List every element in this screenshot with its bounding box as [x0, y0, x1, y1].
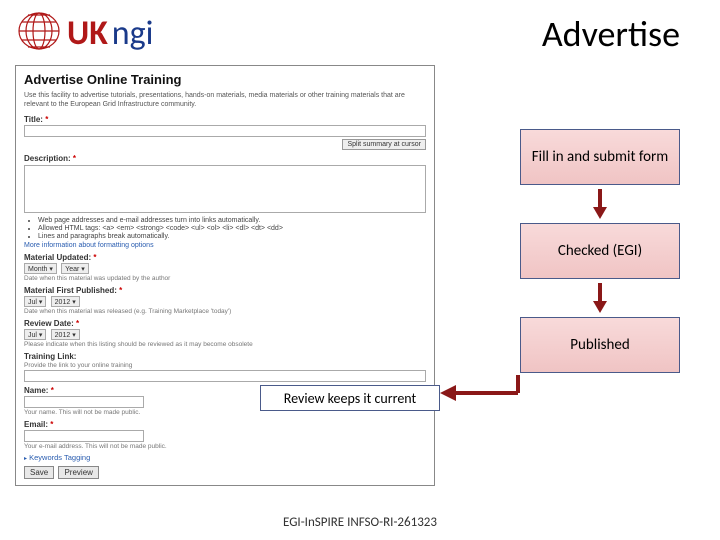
chevron-down-icon: ▾ [49, 266, 53, 273]
form-heading: Advertise Online Training [24, 72, 426, 87]
arrow-down-icon [520, 279, 680, 317]
year-select-2[interactable]: 2012 ▾ [51, 296, 80, 307]
name-input[interactable] [24, 396, 144, 408]
email-hint: Your e-mail address. This will not be ma… [24, 443, 426, 450]
review-box: Review keeps it current [260, 385, 440, 411]
list-item: Lines and paragraphs break automatically… [38, 233, 426, 240]
email-label: Email: * [24, 420, 426, 429]
form-description: Use this facility to advertise tutorials… [24, 91, 426, 109]
material-updated-label: Material Updated: * [24, 253, 426, 262]
training-link-input[interactable] [24, 370, 426, 382]
description-textarea[interactable] [24, 165, 426, 213]
material-first-hint: Date when this material was released (e.… [24, 308, 426, 315]
chevron-down-icon: ▾ [81, 266, 85, 273]
month-select[interactable]: Month ▾ [24, 263, 57, 274]
review-date-label: Review Date: * [24, 319, 426, 328]
material-first-label: Material First Published: * [24, 286, 426, 295]
keywords-tagging-toggle[interactable]: ▸ Keywords Tagging [24, 453, 426, 462]
flow-box-published: Published [520, 317, 680, 373]
flow-box-submit: Fill in and submit form [520, 129, 680, 185]
header: UK ngi Advertise [0, 0, 720, 57]
description-label: Description: * [24, 154, 426, 163]
list-item: Allowed HTML tags: <a> <em> <strong> <co… [38, 225, 426, 232]
arrow-left-icon [440, 375, 520, 416]
training-link-label: Training Link: [24, 352, 426, 361]
title-input[interactable] [24, 125, 426, 137]
list-item: Web page addresses and e-mail addresses … [38, 217, 426, 224]
month-select-3[interactable]: Jul ▾ [24, 329, 46, 340]
chevron-down-icon: ▾ [39, 299, 43, 306]
form-panel: Advertise Online Training Use this facil… [15, 65, 435, 486]
title-label: Title: * [24, 115, 426, 124]
more-info-link[interactable]: More information about formatting option… [24, 242, 426, 249]
material-updated-hint: Date when this material was updated by t… [24, 275, 426, 282]
review-date-hint: Please indicate when this listing should… [24, 341, 426, 348]
split-summary-button[interactable]: Split summary at cursor [342, 139, 426, 150]
year-select-3[interactable]: 2012 ▾ [51, 329, 80, 340]
logo-uk: UK [67, 13, 108, 54]
year-select[interactable]: Year ▾ [61, 263, 89, 274]
logo-ngi: ngi [112, 13, 154, 54]
email-input[interactable] [24, 430, 144, 442]
month-select-2[interactable]: Jul ▾ [24, 296, 46, 307]
format-hints-list: Web page addresses and e-mail addresses … [38, 217, 426, 240]
save-button[interactable]: Save [24, 466, 54, 479]
arrow-down-icon [520, 185, 680, 223]
flow-column: Fill in and submit form Checked (EGI) Pu… [520, 129, 680, 373]
logo: UK ngi [15, 10, 153, 57]
chevron-down-icon: ▾ [72, 299, 76, 306]
main-content: Advertise Online Training Use this facil… [0, 57, 720, 486]
triangle-right-icon: ▸ [24, 456, 27, 462]
globe-icon [15, 10, 63, 57]
preview-button[interactable]: Preview [58, 466, 98, 479]
chevron-down-icon: ▾ [72, 332, 76, 339]
logo-text: UK ngi [67, 13, 153, 54]
flow-box-checked: Checked (EGI) [520, 223, 680, 279]
training-link-hint: Provide the link to your online training [24, 362, 426, 369]
footer-text: EGI-InSPIRE INFSO-RI-261323 [0, 515, 720, 530]
page-title: Advertise [542, 12, 680, 56]
chevron-down-icon: ▾ [39, 332, 43, 339]
